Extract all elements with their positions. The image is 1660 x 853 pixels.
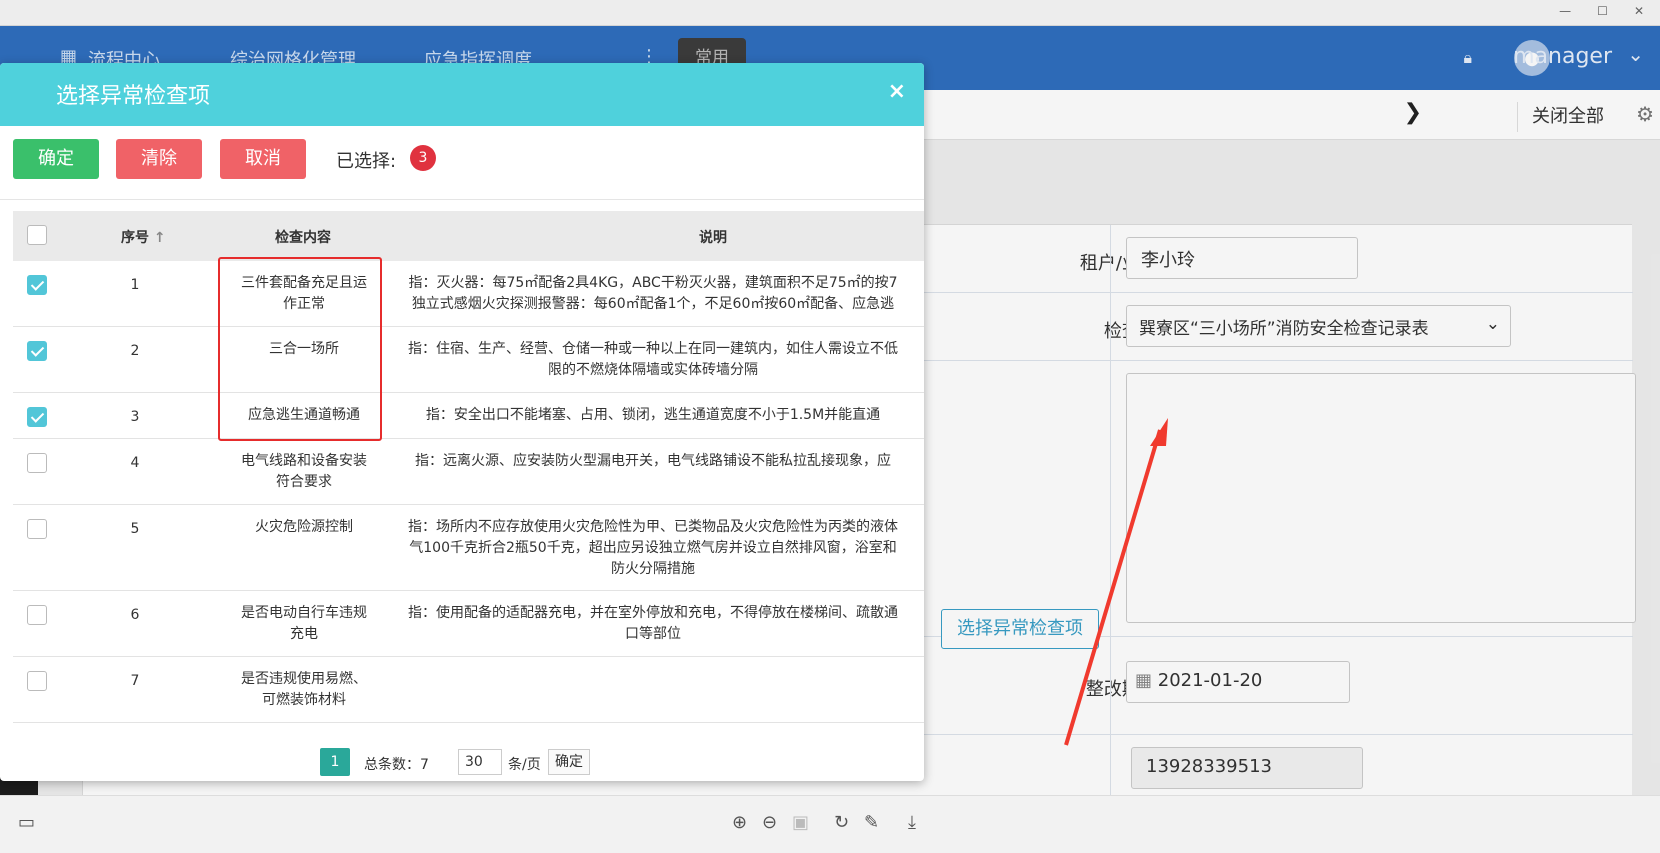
table-header: 序号 ↑ 检查内容 说明: [13, 211, 924, 261]
row-checkbox[interactable]: [27, 275, 47, 295]
row-checkbox[interactable]: [27, 453, 47, 473]
row-number: 4: [130, 455, 140, 471]
row-item-line: 火灾危险源控制: [255, 519, 353, 535]
rotate-icon[interactable]: ↻: [834, 812, 849, 833]
row-desc-line: 指：远离火源、应安装防火型漏电开关，电气线路铺设不能私拉乱接现象，应: [415, 453, 891, 469]
row-desc-line: 气100千克折合2瓶50千克，超出应另设独立燃气房并设立自然排风窗，浴室和: [409, 540, 897, 556]
row-desc: 指：灭火器：每75㎡配备2具4KG，ABC干粉灭火器，建筑面积不足75㎡的按7 独…: [393, 273, 913, 315]
dialog-title: 选择异常检查项: [56, 84, 211, 109]
row-desc-line: 口等部位: [625, 626, 681, 642]
row-desc-line: 指：场所内不应存放使用火灾危险性为甲、已类物品及火灾危险性为丙类的液体: [408, 519, 898, 535]
row-desc-line: 防火分隔措施: [611, 561, 695, 577]
zoom-in-icon[interactable]: ⊕: [732, 812, 747, 833]
row-desc-line: 指：灭火器：每75㎡配备2具4KG，ABC干粉灭火器，建筑面积不足75㎡的按7: [408, 275, 898, 291]
row-checkbox[interactable]: [27, 519, 47, 539]
page-current-button[interactable]: 1: [320, 748, 350, 776]
highlight-box: [218, 257, 382, 441]
close-icon[interactable]: ×: [888, 79, 906, 104]
header-desc: 说明: [699, 230, 727, 246]
row-number: 6: [130, 607, 140, 623]
sort-up-icon[interactable]: ↑: [149, 230, 166, 246]
confirm-button[interactable]: 确定: [13, 139, 99, 179]
download-icon[interactable]: ⤓: [908, 812, 916, 833]
row-number: 1: [130, 277, 140, 293]
sidebar-toggle-icon[interactable]: ▭: [18, 812, 35, 833]
zoom-out-icon[interactable]: ⊖: [762, 812, 777, 833]
row-number: 5: [130, 521, 140, 537]
row-desc: 指：场所内不应存放使用火灾危险性为甲、已类物品及火灾危险性为丙类的液体 气100千…: [393, 517, 913, 580]
row-desc: 指：安全出口不能堵塞、占用、锁闭，逃生通道宽度不小于1.5M并能直通: [393, 405, 913, 426]
row-item: 电气线路和设备安装 符合要求: [233, 451, 375, 493]
table-row[interactable]: 5 火灾危险源控制 指：场所内不应存放使用火灾危险性为甲、已类物品及火灾危险性为丙类…: [13, 505, 924, 591]
table-row[interactable]: 1 三件套配备充足且运 作正常 指：灭火器：每75㎡配备2具4KG，ABC干粉灭火器，…: [13, 261, 924, 327]
row-desc: 指：使用配备的适配器充电，并在室外停放和充电，不得停放在楼梯间、疏散通 口等部位: [393, 603, 913, 645]
row-desc: 指：住宿、生产、经营、仓储一种或一种以上在同一建筑内，如住人需设立不低 限的不燃烧…: [393, 339, 913, 381]
row-checkbox[interactable]: [27, 671, 47, 691]
row-item-line: 符合要求: [276, 474, 332, 490]
row-item: 是否电动自行车违规 充电: [233, 603, 375, 645]
selected-count-badge: 3: [410, 145, 436, 171]
row-desc-line: 指：安全出口不能堵塞、占用、锁闭，逃生通道宽度不小于1.5M并能直通: [425, 407, 881, 423]
row-item-line: 是否电动自行车违规: [241, 605, 367, 621]
table-row[interactable]: 3 应急逃生通道畅通 指：安全出口不能堵塞、占用、锁闭，逃生通道宽度不小于1.5M并…: [13, 393, 924, 439]
table-row[interactable]: 2 三合一场所 指：住宿、生产、经营、仓储一种或一种以上在同一建筑内，如住人需设立不…: [13, 327, 924, 393]
header-no[interactable]: 序号 ↑: [121, 227, 166, 247]
viewer-toolbar: ▭ ⊕ ⊖ ▣ ↻ ✎ ⤓: [0, 795, 1660, 853]
row-checkbox[interactable]: [27, 341, 47, 361]
row-item-line: 电气线路和设备安装: [241, 453, 367, 469]
page-size-unit: 条/页: [508, 757, 541, 773]
row-desc-line: 指：使用配备的适配器充电，并在室外停放和充电，不得停放在楼梯间、疏散通: [408, 605, 898, 621]
row-item-line: 充电: [290, 626, 318, 642]
table-row[interactable]: 4 电气线路和设备安装 符合要求 指：远离火源、应安装防火型漏电开关，电气线路铺设不能…: [13, 439, 924, 505]
total-count: 总条数：7: [364, 757, 429, 773]
row-checkbox[interactable]: [27, 605, 47, 625]
row-item-line: 是否违规使用易燃、: [241, 671, 367, 687]
row-desc-line: 独立式感烟火灾探测报警器：每60㎡配备1个，不足60㎡按60㎡配备、应急逃: [411, 296, 895, 312]
row-item-line: 可燃装饰材料: [262, 692, 346, 708]
header-no-label: 序号: [121, 230, 149, 246]
select-all-checkbox[interactable]: [27, 225, 47, 245]
clear-button[interactable]: 清除: [116, 139, 202, 179]
row-checkbox[interactable]: [27, 407, 47, 427]
row-item: 火灾危险源控制: [233, 517, 375, 538]
selected-label: 已选择:: [336, 151, 397, 172]
page-size-input[interactable]: 30: [458, 749, 502, 775]
header-item: 检查内容: [275, 230, 331, 246]
row-desc-line: 限的不燃烧体隔墙或实体砖墙分隔: [548, 362, 758, 378]
select-abnormal-items-dialog: 选择异常检查项 × 确定 清除 取消 已选择: 3 序号 ↑ 检查内容 说明 1…: [0, 63, 924, 781]
edit-icon[interactable]: ✎: [864, 812, 879, 833]
check-items-table: 序号 ↑ 检查内容 说明 1 三件套配备充足且运 作正常 指：灭火器：每75㎡配备2具…: [13, 211, 924, 741]
row-desc: 指：远离火源、应安装防火型漏电开关，电气线路铺设不能私拉乱接现象，应: [393, 451, 913, 472]
table-row[interactable]: 7 是否违规使用易燃、 可燃装饰材料: [13, 657, 924, 723]
row-number: 2: [130, 343, 140, 359]
dialog-toolbar: 确定 清除 取消 已选择: 3: [0, 126, 924, 200]
cancel-button[interactable]: 取消: [220, 139, 306, 179]
pagination: 1 总条数：7 30 条/页 确定: [0, 746, 924, 781]
row-number: 3: [130, 409, 140, 425]
actual-size-icon[interactable]: ▣: [792, 812, 809, 833]
row-number: 7: [130, 673, 140, 689]
row-item: 是否违规使用易燃、 可燃装饰材料: [233, 669, 375, 711]
row-desc-line: 指：住宿、生产、经营、仓储一种或一种以上在同一建筑内，如住人需设立不低: [408, 341, 898, 357]
table-row[interactable]: 6 是否电动自行车违规 充电 指：使用配备的适配器充电，并在室外停放和充电，不得停放在…: [13, 591, 924, 657]
dialog-header: 选择异常检查项 ×: [0, 63, 924, 126]
page-go-button[interactable]: 确定: [548, 749, 590, 775]
